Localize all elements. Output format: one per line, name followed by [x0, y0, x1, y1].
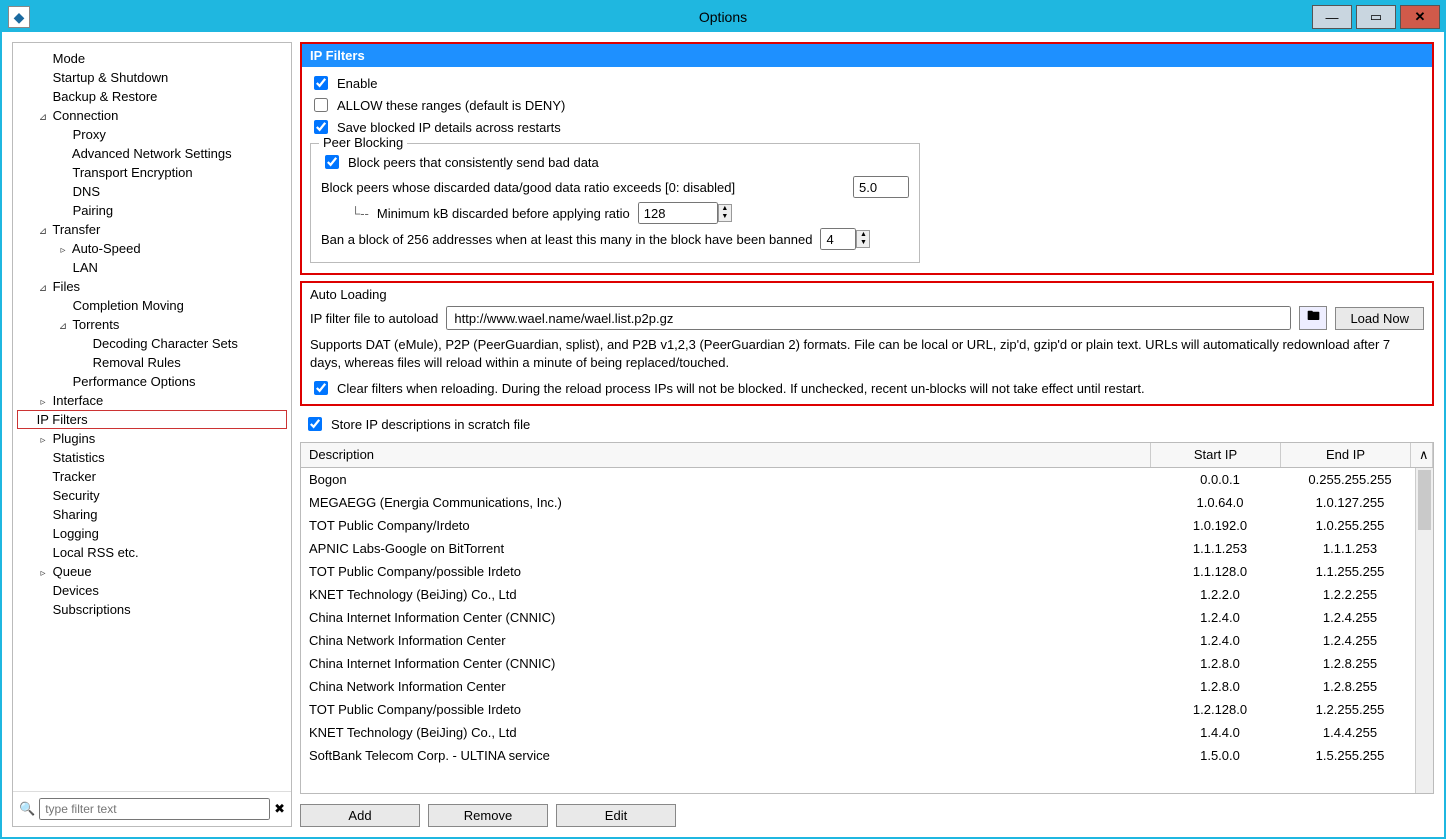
tree-item[interactable]: Transport Encryption	[17, 163, 287, 182]
scrollbar[interactable]	[1415, 468, 1433, 793]
tree-item[interactable]: ⊿ Torrents	[17, 315, 287, 334]
settings-tree[interactable]: Mode Startup & Shutdown Backup & Restore…	[13, 43, 291, 791]
tree-item[interactable]: LAN	[17, 258, 287, 277]
ratio-input[interactable]	[853, 176, 909, 198]
browse-icon[interactable]: 🖿	[1299, 306, 1327, 330]
table-row[interactable]: TOT Public Company/possible Irdeto1.1.12…	[301, 560, 1415, 583]
filter-input[interactable]	[39, 798, 270, 820]
tree-item[interactable]: ⊿ Files	[17, 277, 287, 296]
load-now-button[interactable]: Load Now	[1335, 307, 1424, 330]
table-row[interactable]: MEGAEGG (Energia Communications, Inc.)1.…	[301, 491, 1415, 514]
titlebar[interactable]: ◆ Options — ▭ ✕	[2, 2, 1444, 32]
ban-block-label: Ban a block of 256 addresses when at lea…	[321, 232, 812, 247]
tree-item[interactable]: Proxy	[17, 125, 287, 144]
auto-loading-section: Auto Loading IP filter file to autoload …	[300, 281, 1434, 406]
tree-item[interactable]: ▹ Queue	[17, 562, 287, 581]
tree-item[interactable]: Completion Moving	[17, 296, 287, 315]
min-kb-spinner[interactable]: ▲▼	[718, 204, 732, 222]
table-row[interactable]: KNET Technology (BeiJing) Co., Ltd1.4.4.…	[301, 721, 1415, 744]
window-title: Options	[699, 9, 747, 25]
auto-loading-title: Auto Loading	[310, 287, 1424, 302]
tree-item[interactable]: ▹ Interface	[17, 391, 287, 410]
sidebar: Mode Startup & Shutdown Backup & Restore…	[12, 42, 292, 827]
peer-blocking-group: Peer Blocking Block peers that consisten…	[310, 143, 920, 263]
tree-item[interactable]: Sharing	[17, 505, 287, 524]
remove-button[interactable]: Remove	[428, 804, 548, 827]
add-button[interactable]: Add	[300, 804, 420, 827]
ban-block-spinner[interactable]: ▲▼	[856, 230, 870, 248]
enable-checkbox[interactable]: Enable	[310, 73, 1424, 93]
table-row[interactable]: China Internet Information Center (CNNIC…	[301, 652, 1415, 675]
ip-filter-table[interactable]: Description Start IP End IP ∧ Bogon0.0.0…	[300, 442, 1434, 794]
minimize-button[interactable]: —	[1312, 5, 1352, 29]
tree-item[interactable]: Subscriptions	[17, 600, 287, 619]
table-row[interactable]: Bogon0.0.0.10.255.255.255	[301, 468, 1415, 491]
tree-item[interactable]: Security	[17, 486, 287, 505]
tree-item[interactable]: Backup & Restore	[17, 87, 287, 106]
min-kb-label: Minimum kB discarded before applying rat…	[377, 206, 630, 221]
clear-filters-checkbox[interactable]: Clear filters when reloading. During the…	[310, 378, 1424, 398]
clear-filter-icon[interactable]: ✖	[274, 801, 285, 817]
tree-item[interactable]: Tracker	[17, 467, 287, 486]
main-panel: IP Filters Enable ALLOW these ranges (de…	[300, 42, 1434, 827]
col-start-ip[interactable]: Start IP	[1151, 443, 1281, 467]
section-heading: IP Filters	[302, 44, 1432, 67]
tree-item[interactable]: DNS	[17, 182, 287, 201]
save-blocked-checkbox[interactable]: Save blocked IP details across restarts	[310, 117, 1424, 137]
tree-item[interactable]: Performance Options	[17, 372, 287, 391]
tree-item[interactable]: ▹ Auto-Speed	[17, 239, 287, 258]
tree-item[interactable]: Advanced Network Settings	[17, 144, 287, 163]
min-kb-input[interactable]	[638, 202, 718, 224]
autoload-help: Supports DAT (eMule), P2P (PeerGuardian,…	[310, 336, 1424, 372]
table-row[interactable]: TOT Public Company/possible Irdeto1.2.12…	[301, 698, 1415, 721]
ratio-label: Block peers whose discarded data/good da…	[321, 180, 735, 195]
autoload-label: IP filter file to autoload	[310, 311, 438, 326]
tree-item[interactable]: Decoding Character Sets	[17, 334, 287, 353]
tree-item[interactable]: Local RSS etc.	[17, 543, 287, 562]
peer-blocking-title: Peer Blocking	[319, 135, 407, 150]
ban-block-input[interactable]	[820, 228, 856, 250]
tree-item[interactable]: Startup & Shutdown	[17, 68, 287, 87]
scroll-up-icon[interactable]: ∧	[1411, 443, 1433, 467]
block-bad-peers-checkbox[interactable]: Block peers that consistently send bad d…	[321, 152, 909, 172]
tree-item[interactable]: Logging	[17, 524, 287, 543]
tree-item[interactable]: Devices	[17, 581, 287, 600]
allow-ranges-checkbox[interactable]: ALLOW these ranges (default is DENY)	[310, 95, 1424, 115]
tree-item[interactable]: Removal Rules	[17, 353, 287, 372]
table-row[interactable]: China Internet Information Center (CNNIC…	[301, 606, 1415, 629]
tree-item[interactable]: Pairing	[17, 201, 287, 220]
tree-item[interactable]: ⊿ Transfer	[17, 220, 287, 239]
maximize-button[interactable]: ▭	[1356, 5, 1396, 29]
table-row[interactable]: SoftBank Telecom Corp. - ULTINA service1…	[301, 744, 1415, 767]
table-row[interactable]: APNIC Labs-Google on BitTorrent1.1.1.253…	[301, 537, 1415, 560]
table-row[interactable]: China Network Information Center1.2.4.01…	[301, 629, 1415, 652]
search-icon: 🔍	[19, 801, 35, 817]
app-icon: ◆	[8, 6, 30, 28]
table-row[interactable]: KNET Technology (BeiJing) Co., Ltd1.2.2.…	[301, 583, 1415, 606]
tree-item[interactable]: ⊿ Connection	[17, 106, 287, 125]
ip-filters-section: IP Filters Enable ALLOW these ranges (de…	[300, 42, 1434, 275]
tree-item[interactable]: IP Filters	[17, 410, 287, 429]
table-row[interactable]: TOT Public Company/Irdeto1.0.192.01.0.25…	[301, 514, 1415, 537]
col-end-ip[interactable]: End IP	[1281, 443, 1411, 467]
edit-button[interactable]: Edit	[556, 804, 676, 827]
table-row[interactable]: China Network Information Center1.2.8.01…	[301, 675, 1415, 698]
tree-item[interactable]: Statistics	[17, 448, 287, 467]
close-button[interactable]: ✕	[1400, 5, 1440, 29]
scratch-file-checkbox[interactable]: Store IP descriptions in scratch file	[300, 414, 1434, 434]
tree-item[interactable]: Mode	[17, 49, 287, 68]
col-description[interactable]: Description	[301, 443, 1151, 467]
tree-item[interactable]: ▹ Plugins	[17, 429, 287, 448]
autoload-input[interactable]	[446, 306, 1291, 330]
